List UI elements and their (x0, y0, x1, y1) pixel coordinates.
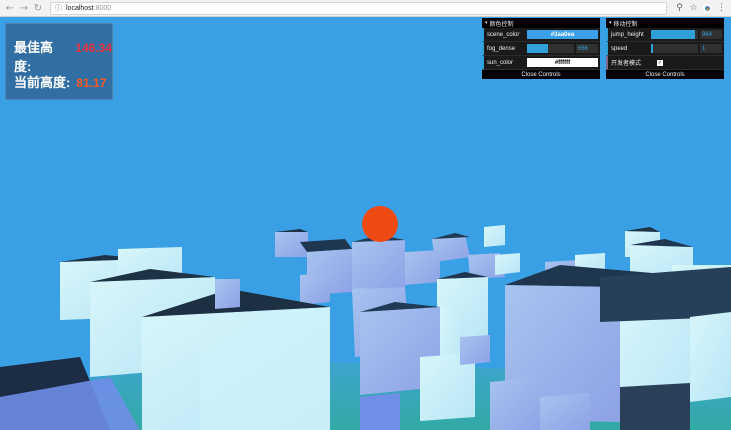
scene-color-picker[interactable]: #3aa0ea (527, 30, 598, 39)
current-height-row: 当前高度: 81.17 (14, 72, 106, 91)
player-ball (362, 206, 398, 242)
fog-dense-slider-fill (527, 44, 549, 53)
current-height-label: 当前高度: (14, 75, 71, 90)
current-height-value: 81.17 (76, 76, 107, 90)
browser-toolbar: ← → ↻ ⓘ localhost :8000 ⚲ ☆ ⋮ (0, 0, 731, 17)
fog-dense-input[interactable]: 666 (576, 44, 598, 53)
fog-dense-row: fog_dense 666 (482, 42, 600, 56)
dev-mode-label: 开发者模式 (611, 61, 642, 67)
speed-slider-fill (651, 44, 654, 53)
collapse-caret-icon: ▾ (609, 20, 612, 26)
best-height-label: 最佳高度: (14, 40, 54, 74)
cube-big-left (0, 247, 330, 430)
zoom-icon[interactable]: ⚲ (674, 3, 685, 14)
color-controls-panel: ▾ 颜色控制 scene_color #3aa0ea fog_dense 666… (482, 18, 600, 79)
speed-row: speed 1 (606, 42, 724, 56)
speed-label: speed (611, 45, 628, 52)
info-icon[interactable]: ⓘ (55, 3, 62, 13)
url-port: :8000 (93, 4, 112, 12)
move-controls-panel: ▾ 移动控制 jump_height 964 speed 1 开发者模式 ✓ C… (606, 18, 724, 79)
best-height-row: 最佳高度: 146.34 (14, 37, 112, 75)
speed-slider[interactable] (651, 44, 698, 53)
forward-arrow-icon[interactable]: → (18, 2, 30, 14)
move-controls-title[interactable]: ▾ 移动控制 (606, 18, 724, 28)
move-controls-title-text: 移动控制 (613, 21, 638, 28)
jump-height-row: jump_height 964 (606, 28, 724, 42)
dev-mode-row: 开发者模式 ✓ (606, 56, 724, 70)
fog-dense-slider[interactable] (527, 44, 574, 53)
collapse-caret-icon: ▾ (485, 20, 488, 26)
jump-height-slider[interactable] (651, 30, 698, 39)
color-controls-title-text: 颜色控制 (489, 21, 514, 28)
best-height-value: 146.34 (75, 41, 112, 55)
jump-height-slider-fill (651, 30, 695, 39)
sun-color-picker[interactable]: #ffffff (527, 58, 598, 67)
close-controls-button[interactable]: Close Controls (482, 70, 600, 79)
jump-height-input[interactable]: 964 (700, 30, 722, 39)
back-arrow-icon[interactable]: ← (4, 2, 16, 14)
fog-dense-label: fog_dense (487, 45, 516, 52)
sun-color-row: sun_color #ffffff (482, 56, 600, 70)
dev-mode-checkbox[interactable]: ✓ (657, 59, 663, 66)
sun-color-label: sun_color (487, 59, 514, 66)
menu-kebab-icon[interactable]: ⋮ (716, 3, 727, 14)
color-controls-title[interactable]: ▾ 颜色控制 (482, 18, 600, 28)
bookmark-star-icon[interactable]: ☆ (688, 3, 699, 14)
url-host: localhost (66, 4, 94, 12)
speed-input[interactable]: 1 (700, 44, 722, 53)
close-controls-button[interactable]: Close Controls (606, 70, 724, 79)
jump-height-label: jump_height (611, 31, 644, 38)
extension-icon[interactable] (702, 3, 713, 14)
reload-icon[interactable]: ↻ (32, 2, 44, 14)
scene-color-row: scene_color #3aa0ea (482, 28, 600, 42)
address-bar[interactable]: ⓘ localhost :8000 (50, 1, 667, 15)
height-scoreboard: 最佳高度: 146.34 当前高度: 81.17 (5, 23, 113, 100)
scene-color-label: scene_color (487, 31, 520, 38)
